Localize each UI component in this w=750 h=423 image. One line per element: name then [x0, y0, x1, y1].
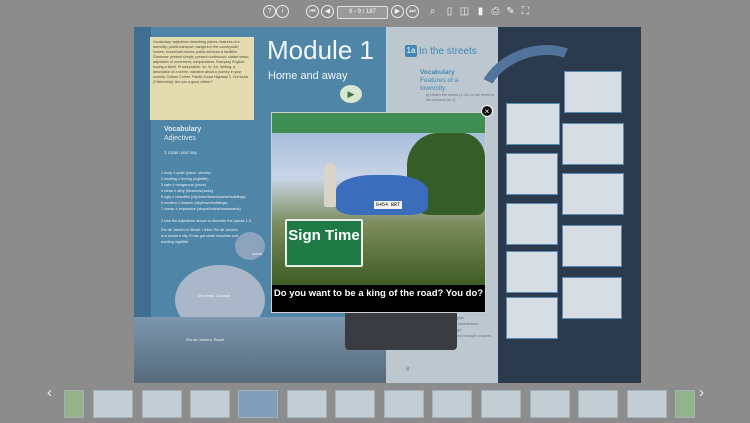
page-indicator[interactable]: 8 - 9 / 187 [337, 6, 388, 19]
module-subtitle: Home and away [268, 70, 348, 82]
thumbnail[interactable] [675, 390, 695, 418]
picture-panel [506, 153, 558, 195]
picture-panel [506, 203, 558, 245]
thumbnail-strip [0, 390, 750, 423]
picture-panel [562, 173, 624, 215]
thumbnail[interactable] [432, 390, 472, 418]
exercise-2: 2 Use the adjectives above to describe t… [161, 219, 253, 223]
fullscreen-icon[interactable]: ⛶ [519, 5, 532, 18]
page-number: 8 [406, 367, 410, 373]
double-page-icon[interactable]: ◫ [458, 5, 471, 18]
video-popup: G454 BRT Sign Time Do you want to be a k… [271, 112, 486, 313]
reader-toolbar: ? i ⏮ ◀ 8 - 9 / 187 ▶ ⏭ ⌕ ▯ ◫ ▮ ⎙ ✎ ⛶ [0, 0, 750, 26]
video-person [324, 163, 336, 207]
thumbnail[interactable] [64, 390, 84, 418]
vocab-subtitle: Adjectives [164, 135, 196, 142]
picture-panel [506, 251, 558, 293]
close-popup-button[interactable]: × [481, 105, 493, 117]
vocab-heading: Vocabulary Adjectives 1 Listen and say. [164, 125, 201, 157]
license-plate: G454 BRT [374, 201, 402, 209]
print-icon[interactable]: ⎙ [489, 5, 502, 18]
module-notes: Vocabulary: adjectives describing places… [150, 37, 254, 120]
thumbnail[interactable] [238, 390, 278, 418]
section-title: In the streets [419, 46, 477, 57]
caption-accra: Accra [252, 251, 263, 256]
sign-time-logo: Sign Time [285, 219, 363, 267]
video-subtitle: Do you want to be a king of the road? Yo… [272, 285, 485, 312]
picture-panel [562, 277, 622, 319]
first-page-icon[interactable]: ⏮ [306, 5, 319, 18]
thumbnail[interactable] [627, 390, 667, 418]
video-car [336, 175, 428, 215]
last-page-icon[interactable]: ⏭ [406, 5, 419, 18]
info-icon[interactable]: i [276, 5, 289, 18]
section-badge: 1a [405, 45, 417, 57]
picture-panel [564, 71, 622, 113]
bookmark-icon[interactable]: ▮ [474, 5, 487, 18]
video-camera-icon[interactable]: ▶ [340, 85, 362, 103]
thumbnail[interactable] [190, 390, 230, 418]
thumbnail[interactable] [384, 390, 424, 418]
thumbnail[interactable] [287, 390, 327, 418]
thumbnail[interactable] [335, 390, 375, 418]
caption-montreal: Montreal, Canada [198, 293, 230, 298]
right-vocab-subtitle: Features of a town/city [420, 77, 459, 92]
picture-panel [562, 225, 622, 267]
caption-rio: Rio de Janeiro, Brazil [186, 337, 225, 342]
pen-icon[interactable]: ✎ [504, 5, 517, 18]
exercise-1: 1 Listen and say. [164, 150, 198, 155]
vocab-title: Vocabulary [164, 126, 202, 133]
thumbnail[interactable] [142, 390, 182, 418]
search-icon[interactable]: ⌕ [426, 5, 439, 18]
module-title: Module 1 [267, 35, 374, 65]
video-banner [272, 113, 485, 133]
thumbnail[interactable] [481, 390, 521, 418]
police-car-illustration [345, 308, 457, 350]
single-page-icon[interactable]: ▯ [443, 5, 456, 18]
picture-panel [506, 297, 558, 339]
video-player[interactable]: G454 BRT Sign Time [272, 133, 485, 285]
next-page-icon[interactable]: ▶ [391, 5, 404, 18]
prev-page-icon[interactable]: ◀ [321, 5, 334, 18]
help-icon[interactable]: ? [263, 5, 276, 18]
list-item: 7 cheap ≠ expensive (shops/hotels/restau… [161, 207, 241, 211]
right-vocab-heading: Vocabulary Features of a town/city [420, 69, 480, 93]
thumbnail[interactable] [530, 390, 570, 418]
exercise-a: a) Match the words (1-10) to the items i… [426, 93, 495, 102]
thumbnail[interactable] [578, 390, 618, 418]
vocab-list: 1 busy ≠ quiet (place, streets) 2 exciti… [161, 170, 281, 245]
picture-panel [506, 103, 560, 145]
thumbnail[interactable] [93, 390, 133, 418]
right-vocab-title: Vocabulary [420, 69, 455, 76]
example-text: Rio de Janeiro in Brazil. I think Rio de… [161, 228, 238, 244]
picture-panel [562, 123, 624, 165]
